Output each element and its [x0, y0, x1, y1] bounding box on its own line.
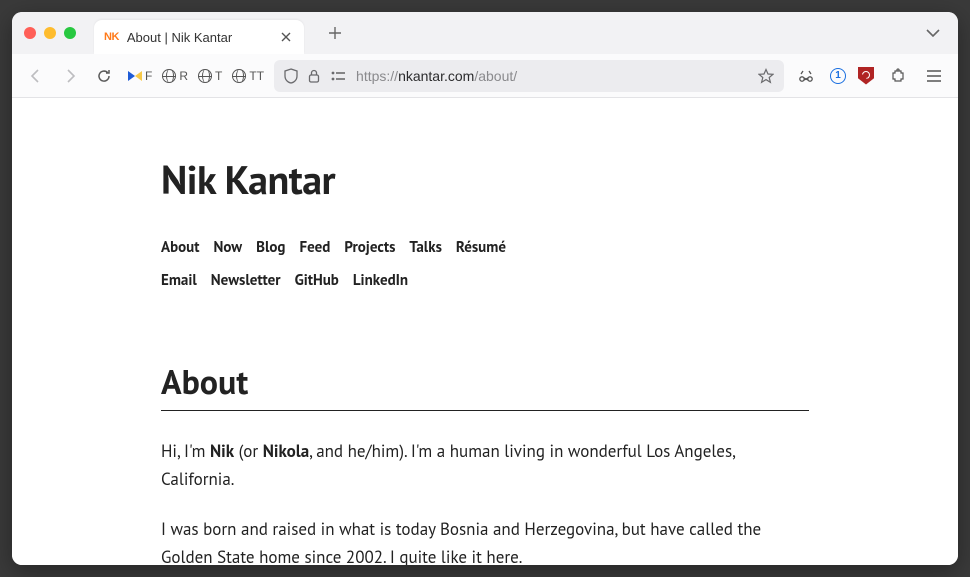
maximize-window-button[interactable]: [64, 27, 76, 39]
new-tab-button[interactable]: [322, 20, 348, 46]
bookmark-label: T: [215, 69, 222, 83]
fastmail-icon: [128, 71, 142, 81]
toolbar: F R T TT: [12, 54, 958, 98]
tab-strip: NK About | Nik Kantar: [12, 12, 958, 54]
url-path: /about/: [474, 68, 517, 84]
page-heading: About: [161, 360, 809, 411]
nav-secondary: Email Newsletter GitHub LinkedIn: [161, 271, 809, 290]
url-prefix: https://: [356, 68, 398, 84]
bookmark-label: TT: [249, 69, 264, 83]
bookmark-label: F: [145, 69, 152, 83]
browser-window: NK About | Nik Kantar F: [12, 12, 958, 565]
prose: Hi, I'm Nik (or Nikola, and he/him). I'm…: [161, 437, 809, 565]
bookmark-f[interactable]: F: [128, 69, 152, 83]
page-viewport[interactable]: Nik Kantar About Now Blog Feed Projects …: [12, 98, 958, 565]
extensions-button[interactable]: [886, 64, 910, 88]
close-window-button[interactable]: [24, 27, 36, 39]
tabs-list-button[interactable]: [920, 20, 946, 46]
lock-icon[interactable]: [308, 69, 320, 83]
bookmark-r[interactable]: R: [162, 69, 188, 83]
nav-link-now[interactable]: Now: [213, 238, 242, 257]
nav-link-about[interactable]: About: [161, 238, 199, 257]
extension-icons: 1: [794, 64, 946, 88]
onepassword-extension-icon[interactable]: 1: [830, 68, 846, 84]
nav-link-email[interactable]: Email: [161, 271, 197, 290]
minimize-window-button[interactable]: [44, 27, 56, 39]
address-bar-icons: [284, 68, 346, 84]
reload-button[interactable]: [92, 64, 116, 88]
favicon: NK: [104, 31, 119, 43]
back-button[interactable]: [24, 64, 48, 88]
paragraph-2: I was born and raised in what is today B…: [161, 515, 809, 565]
nav-link-blog[interactable]: Blog: [256, 238, 285, 257]
browser-tab[interactable]: NK About | Nik Kantar: [94, 20, 304, 54]
permissions-icon[interactable]: [330, 70, 346, 82]
bookmark-bar: F R T TT: [128, 69, 264, 83]
forward-button[interactable]: [58, 64, 82, 88]
nav-link-github[interactable]: GitHub: [295, 271, 339, 290]
globe-icon: [198, 69, 212, 83]
shield-icon[interactable]: [284, 68, 298, 84]
nav-link-linkedin[interactable]: LinkedIn: [353, 271, 408, 290]
bookmark-t[interactable]: T: [198, 69, 222, 83]
globe-icon: [232, 69, 246, 83]
nav-link-feed[interactable]: Feed: [299, 238, 330, 257]
nav-primary: About Now Blog Feed Projects Talks Résum…: [161, 238, 809, 257]
nav-link-resume[interactable]: Résumé: [456, 238, 506, 257]
bookmark-tt[interactable]: TT: [232, 69, 264, 83]
nav-link-newsletter[interactable]: Newsletter: [211, 271, 281, 290]
paragraph-1: Hi, I'm Nik (or Nikola, and he/him). I'm…: [161, 437, 809, 493]
globe-icon: [162, 69, 176, 83]
screenshot-extension-icon[interactable]: [794, 64, 818, 88]
bookmark-label: R: [179, 69, 188, 83]
close-tab-button[interactable]: [278, 29, 294, 45]
bookmark-star-button[interactable]: [758, 68, 774, 84]
ublock-extension-icon[interactable]: [858, 67, 874, 85]
window-controls: [24, 27, 76, 39]
address-bar[interactable]: https://nkantar.com/about/: [274, 60, 784, 92]
nav-link-projects[interactable]: Projects: [344, 238, 395, 257]
site-title: Nik Kantar: [161, 154, 809, 206]
menu-button[interactable]: [922, 64, 946, 88]
page-content: Nik Kantar About Now Blog Feed Projects …: [145, 98, 825, 565]
url-text: https://nkantar.com/about/: [356, 68, 748, 84]
nav-link-talks[interactable]: Talks: [409, 238, 442, 257]
url-domain: nkantar.com: [398, 68, 474, 84]
tab-title: About | Nik Kantar: [127, 30, 270, 45]
